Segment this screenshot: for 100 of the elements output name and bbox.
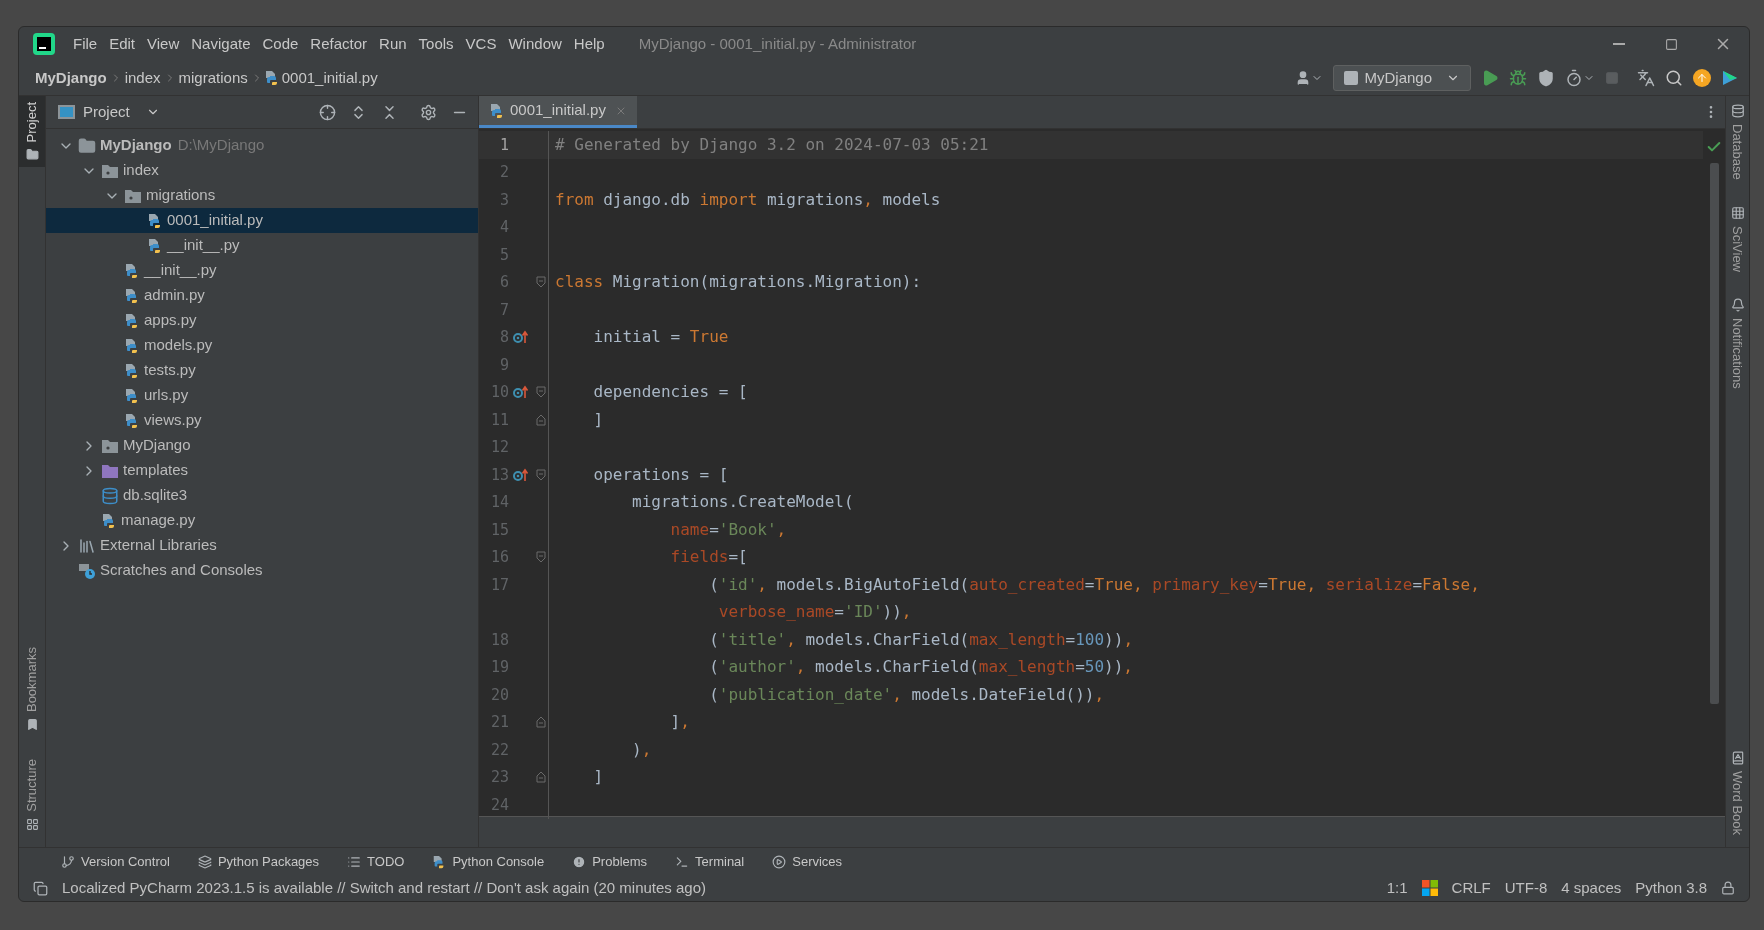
breadcrumb[interactable]: migrations xyxy=(176,66,250,90)
tool-window-button[interactable]: Version Control xyxy=(61,851,170,872)
debug-icon[interactable] xyxy=(1509,69,1527,87)
fold-marker-icon[interactable] xyxy=(535,551,546,564)
line-number: 14 xyxy=(490,493,509,512)
search-icon[interactable] xyxy=(1665,69,1683,87)
tree-item[interactable]: Scratches and Consoles xyxy=(46,558,478,583)
tree-item[interactable]: __init__.py xyxy=(46,258,478,283)
indent-setting[interactable]: 4 spaces xyxy=(1561,876,1622,900)
profile-button[interactable] xyxy=(1565,69,1595,87)
tree-item[interactable]: models.py xyxy=(46,333,478,358)
tool-window-button[interactable]: TODO xyxy=(347,851,405,872)
editor-tab[interactable]: 0001_initial.py xyxy=(479,96,637,128)
tree-item[interactable]: tests.py xyxy=(46,358,478,383)
caret-position[interactable]: 1:1 xyxy=(1386,876,1408,900)
override-marker-icon[interactable] xyxy=(513,330,529,345)
menu-item[interactable]: Run xyxy=(373,32,413,56)
run-configuration-dropdown[interactable]: MyDjango xyxy=(1333,65,1471,91)
tree-item[interactable]: urls.py xyxy=(46,383,478,408)
tree-item[interactable]: index xyxy=(46,158,478,183)
tree-item-label: 0001_initial.py xyxy=(167,210,263,231)
line-number: 19 xyxy=(490,658,509,677)
fold-marker-icon[interactable] xyxy=(535,468,546,481)
file-encoding[interactable]: UTF-8 xyxy=(1504,876,1548,900)
status-message[interactable]: Localized PyCharm 2023.1.5 is available // Switch and restart // Don't ask again (20 minutes ago) xyxy=(62,876,707,900)
menu-item[interactable]: File xyxy=(67,32,104,56)
menu-item[interactable]: View xyxy=(141,32,186,56)
fold-marker-icon[interactable] xyxy=(535,386,546,399)
menu-item[interactable]: Code xyxy=(256,32,305,56)
menu-item[interactable]: Edit xyxy=(103,32,142,56)
tree-item[interactable]: manage.py xyxy=(46,508,478,533)
settings-icon[interactable] xyxy=(420,103,437,121)
locate-icon[interactable] xyxy=(319,103,336,121)
line-separator[interactable]: CRLF xyxy=(1451,876,1491,900)
panel-toggle-icon[interactable] xyxy=(33,880,48,896)
folder-icon xyxy=(78,136,96,155)
override-marker-icon[interactable] xyxy=(513,385,529,400)
tree-item[interactable]: MyDjango D:\MyDjango xyxy=(46,133,478,158)
breadcrumb[interactable]: MyDjango xyxy=(33,66,109,90)
code-line: ], xyxy=(669,711,690,734)
tool-window-button[interactable]: Database xyxy=(1726,98,1749,186)
menu-item[interactable]: Tools xyxy=(412,32,460,56)
tree-item[interactable]: 0001_initial.py xyxy=(46,208,478,233)
line-number: 4 xyxy=(499,218,509,237)
services-icon xyxy=(772,854,787,869)
scrollbar[interactable] xyxy=(1709,163,1719,704)
fold-marker-icon[interactable] xyxy=(535,716,546,729)
fold-marker-icon[interactable] xyxy=(535,771,546,784)
panel-title-dropdown[interactable]: Project xyxy=(83,100,160,124)
menu-item[interactable]: Navigate xyxy=(185,32,257,56)
tree-item[interactable]: admin.py xyxy=(46,283,478,308)
menu-item[interactable]: Help xyxy=(567,32,611,56)
breadcrumb[interactable]: index xyxy=(122,66,163,90)
tool-window-button[interactable]: Bookmarks xyxy=(19,641,45,738)
tree-item[interactable]: templates xyxy=(46,458,478,483)
code-line: operations = [ xyxy=(592,463,729,486)
tree-item-label: MyDjango xyxy=(100,135,172,156)
lock-icon[interactable] xyxy=(1721,881,1735,895)
tool-window-button[interactable]: Python Packages xyxy=(197,851,320,872)
tool-window-button[interactable]: Services xyxy=(772,851,843,872)
tool-window-button[interactable]: Structure xyxy=(19,753,45,837)
fold-marker-icon[interactable] xyxy=(535,276,546,289)
tree-item[interactable]: MyDjango xyxy=(46,433,478,458)
line-number: 13 xyxy=(490,465,509,484)
coverage-icon[interactable] xyxy=(1537,69,1555,87)
tool-window-button[interactable]: Notifications xyxy=(1726,291,1749,395)
override-marker-icon[interactable] xyxy=(513,467,529,482)
menu-item[interactable]: Window xyxy=(502,32,568,56)
python-file-icon xyxy=(124,262,140,279)
tree-item[interactable]: External Libraries xyxy=(46,533,478,558)
tree-item-label: templates xyxy=(123,460,189,481)
tool-window-button[interactable]: Problems xyxy=(572,851,648,872)
tree-item[interactable]: apps.py xyxy=(46,308,478,333)
tree-item[interactable]: views.py xyxy=(46,408,478,433)
line-number: 24 xyxy=(490,795,509,814)
translate-icon[interactable] xyxy=(1637,69,1655,87)
branch-icon xyxy=(61,854,75,869)
code-line: ('id', models.BigAutoField(auto_created=True, primary_key=True, serialize=False, xyxy=(708,573,1480,596)
tool-window-button[interactable]: Terminal xyxy=(675,851,745,872)
line-number: 18 xyxy=(490,630,509,649)
tree-item-label: Scratches and Consoles xyxy=(100,560,263,581)
python-interpreter[interactable]: Python 3.8 xyxy=(1635,876,1707,900)
code-line: verbose_name='ID')), xyxy=(717,601,912,624)
terminal-icon xyxy=(675,854,690,869)
menu-item[interactable]: VCS xyxy=(459,32,503,56)
fold-marker-icon[interactable] xyxy=(535,413,546,426)
plugin-icon[interactable] xyxy=(1721,69,1739,87)
tool-window-button[interactable]: Project xyxy=(19,96,45,168)
breadcrumb[interactable]: 0001_initial.py xyxy=(279,66,380,90)
tool-window-button[interactable]: SciView xyxy=(1726,199,1749,278)
update-icon[interactable] xyxy=(1693,69,1711,87)
tool-window-button[interactable]: Python Console xyxy=(432,851,545,872)
tree-item[interactable]: __init__.py xyxy=(46,233,478,258)
line-number: 3 xyxy=(499,190,509,209)
run-icon[interactable] xyxy=(1481,69,1499,87)
menu-item[interactable]: Refactor xyxy=(304,32,374,56)
tree-item[interactable]: migrations xyxy=(46,183,478,208)
tool-window-button[interactable]: Word Book xyxy=(1726,744,1749,841)
user-menu-button[interactable] xyxy=(1295,70,1324,86)
tree-item[interactable]: db.sqlite3 xyxy=(46,483,478,508)
